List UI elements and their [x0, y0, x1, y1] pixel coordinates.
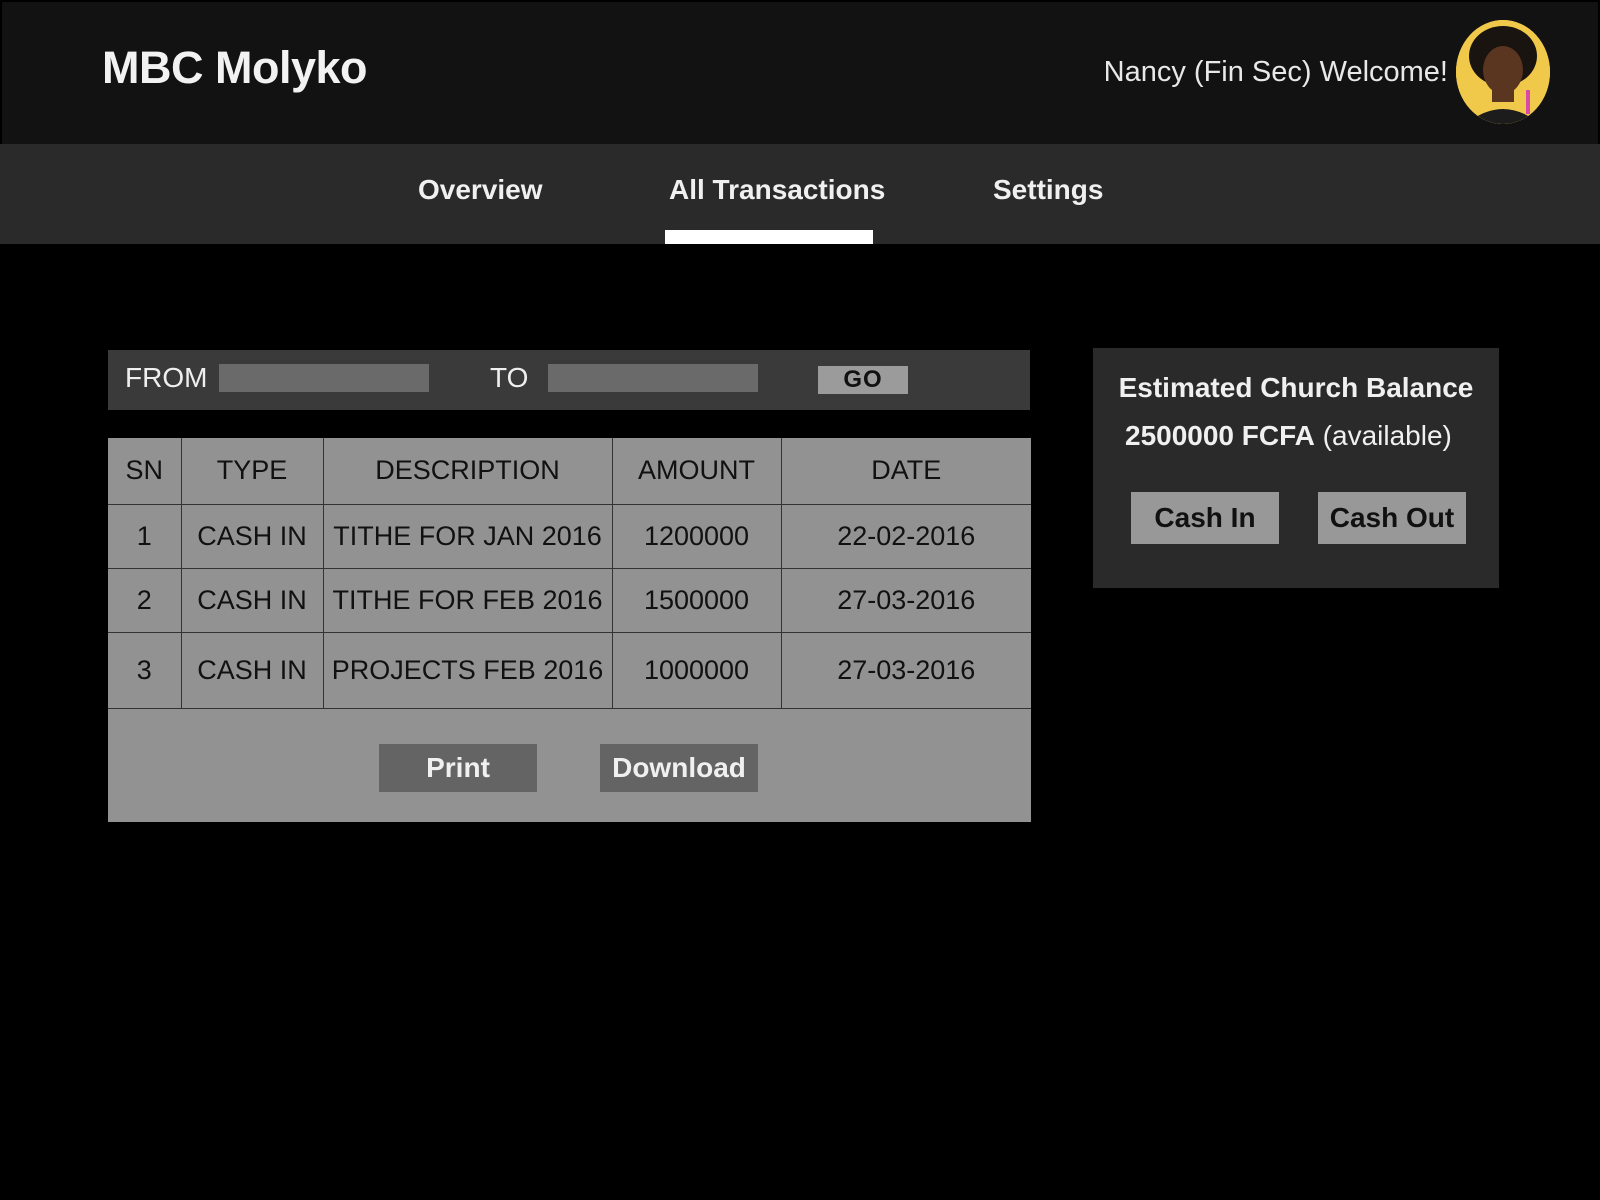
user-avatar-icon	[1456, 20, 1550, 124]
date-filter-bar: FROM TO GO	[108, 350, 1030, 410]
from-label: FROM	[125, 362, 208, 393]
cell-type: CASH IN	[181, 568, 324, 633]
balance-status: (available)	[1322, 420, 1452, 451]
from-date-input[interactable]	[219, 364, 429, 392]
cell-sn: 3	[108, 632, 182, 709]
avatar[interactable]	[1456, 20, 1550, 124]
table-row[interactable]: 2 CASH IN TITHE FOR FEB 2016 1500000 27-…	[108, 568, 1031, 633]
balance-title: Estimated Church Balance	[1118, 372, 1474, 403]
table-row[interactable]: 3 CASH IN PROJECTS FEB 2016 1000000 27-0…	[108, 632, 1031, 709]
app-header: MBC Molyko Nancy (Fin Sec) Welcome!	[2, 2, 1598, 144]
go-button[interactable]: GO	[818, 366, 908, 394]
column-header-type: TYPE	[181, 438, 324, 505]
cell-amount: 1000000	[612, 632, 782, 709]
main-nav: Overview All Transactions Settings	[0, 144, 1600, 244]
balance-amount: 2500000 FCFA	[1125, 420, 1315, 451]
transactions-table-card: SN TYPE DESCRIPTION AMOUNT DATE 1 CASH I…	[108, 438, 1031, 822]
column-header-date: DATE	[781, 438, 1031, 505]
to-date-input[interactable]	[548, 364, 758, 392]
to-label: TO	[490, 362, 529, 393]
table-header-row: SN TYPE DESCRIPTION AMOUNT DATE	[108, 438, 1031, 505]
cell-sn: 2	[108, 568, 182, 633]
balance-line: 2500000 FCFA (available)	[1125, 420, 1452, 452]
cash-out-button[interactable]: Cash Out	[1318, 492, 1466, 544]
tab-overview[interactable]: Overview	[418, 174, 543, 206]
table-row[interactable]: 1 CASH IN TITHE FOR JAN 2016 1200000 22-…	[108, 504, 1031, 569]
cell-amount: 1200000	[612, 504, 782, 569]
cell-description: TITHE FOR JAN 2016	[323, 504, 613, 569]
cell-date: 27-03-2016	[781, 568, 1031, 633]
column-header-sn: SN	[108, 438, 182, 505]
active-tab-indicator	[665, 230, 873, 244]
cell-description: PROJECTS FEB 2016	[323, 632, 613, 709]
cell-type: CASH IN	[181, 504, 324, 569]
welcome-text: Nancy (Fin Sec) Welcome!	[1103, 56, 1448, 88]
page: MBC Molyko Nancy (Fin Sec) Welcome! Over…	[0, 0, 1600, 1200]
balance-card: Estimated Church Balance 2500000 FCFA (a…	[1093, 348, 1499, 588]
cell-amount: 1500000	[612, 568, 782, 633]
column-header-description: DESCRIPTION	[323, 438, 613, 505]
column-header-amount: AMOUNT	[612, 438, 782, 505]
app-title: MBC Molyko	[102, 42, 368, 93]
transactions-table: SN TYPE DESCRIPTION AMOUNT DATE 1 CASH I…	[108, 438, 1031, 709]
cash-in-button[interactable]: Cash In	[1131, 492, 1279, 544]
cell-date: 27-03-2016	[781, 632, 1031, 709]
cell-date: 22-02-2016	[781, 504, 1031, 569]
tab-settings[interactable]: Settings	[993, 174, 1103, 206]
download-button[interactable]: Download	[600, 744, 758, 792]
cell-type: CASH IN	[181, 632, 324, 709]
print-button[interactable]: Print	[379, 744, 537, 792]
cell-sn: 1	[108, 504, 182, 569]
cell-description: TITHE FOR FEB 2016	[323, 568, 613, 633]
tab-all-transactions[interactable]: All Transactions	[669, 174, 885, 206]
